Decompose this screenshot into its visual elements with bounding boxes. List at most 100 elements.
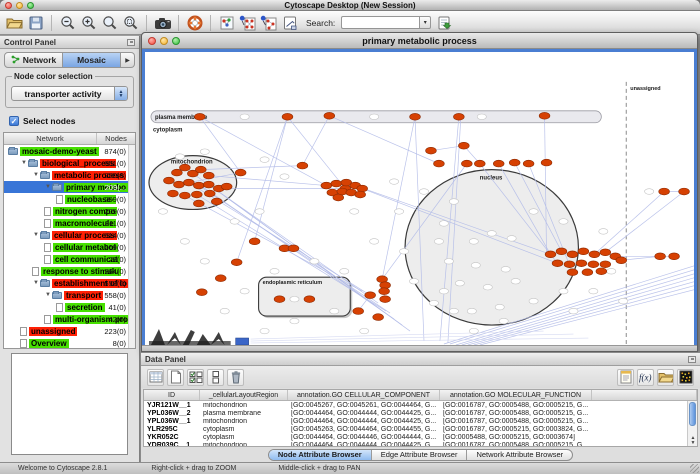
tree-column-nodes[interactable]: Nodes bbox=[97, 133, 135, 144]
blue-node[interactable] bbox=[236, 338, 249, 345]
expand-arrow-icon[interactable]: ▼ bbox=[44, 184, 52, 190]
tab-mosaic[interactable]: Mosaic bbox=[63, 52, 121, 68]
birdseye-view[interactable] bbox=[11, 353, 128, 455]
tab-overflow-arrow[interactable]: ▶ bbox=[121, 52, 135, 68]
cell-id[interactable]: YKR052C bbox=[144, 434, 200, 441]
network-canvas[interactable]: plasma membranecytoplasmmitochondrionnuc… bbox=[142, 49, 697, 345]
float-panel-icon[interactable] bbox=[688, 356, 696, 363]
expand-arrow-icon[interactable]: ▼ bbox=[44, 292, 52, 298]
tree-row-multi-organism-pro[interactable]: multi-organism pro42(0) bbox=[4, 313, 135, 325]
cell-id[interactable]: YPL036W__1 bbox=[144, 418, 200, 425]
matrix-icon[interactable] bbox=[677, 369, 694, 386]
tab-node-attribute-browser[interactable]: Node Attribute Browser bbox=[269, 450, 372, 460]
cell-annotation-go-molecular-function[interactable]: [GO:0016787, GO:0005488, GO:0005215, G..… bbox=[440, 418, 592, 425]
cell--cellularlayoutregion[interactable]: mitochondrion bbox=[200, 442, 288, 447]
cell-annotation-go-cellular-component[interactable]: [GO:0044464, GO:0044446, GO:0044444, G..… bbox=[288, 434, 440, 441]
search-dropdown-button[interactable]: ▾ bbox=[419, 16, 431, 29]
expand-arrow-icon[interactable]: ▼ bbox=[20, 160, 28, 166]
cell-annotation-go-cellular-component[interactable]: [GO:0044464, GO:0044444, GO:0044425, G..… bbox=[288, 418, 440, 425]
expand-arrow-icon[interactable]: ▼ bbox=[32, 232, 40, 238]
tree-row-nucleobase-[interactable]: nucleobase-209(0) bbox=[4, 193, 135, 205]
cell--cellularlayoutregion[interactable]: mitochondrion bbox=[200, 402, 288, 409]
column-header-2[interactable]: annotation.GO CELLULAR_COMPONENT bbox=[288, 390, 440, 400]
cell--cellularlayoutregion[interactable]: cytoplasm bbox=[200, 434, 288, 441]
close-button[interactable] bbox=[5, 2, 12, 9]
cell--cellularlayoutregion[interactable]: mitochondrion bbox=[200, 418, 288, 425]
annotation-icon[interactable] bbox=[280, 13, 299, 32]
new-attribute-icon[interactable] bbox=[167, 369, 184, 386]
tree-row-biological-process[interactable]: ▼biological_process651(0) bbox=[4, 157, 135, 169]
table-row-YDR039C__1[interactable]: YDR039C__1mitochondrion[GO:0044464, GO:0… bbox=[144, 441, 697, 446]
tree-row-establishment-of-lo[interactable]: ▼establishment of lo558(0) bbox=[4, 277, 135, 289]
network-graph[interactable]: plasma membranecytoplasmmitochondrionnuc… bbox=[145, 52, 694, 345]
column-header-1[interactable]: _cellularLayoutRegion bbox=[200, 390, 288, 400]
column-header-0[interactable]: ID bbox=[144, 390, 200, 400]
table-row-YPL036W__1[interactable]: YPL036W__1mitochondrion[GO:0044464, GO:0… bbox=[144, 417, 697, 425]
tree-row-unassigned[interactable]: unassigned223(0) bbox=[4, 325, 135, 337]
expand-arrow-icon[interactable]: ▼ bbox=[32, 280, 40, 286]
cell-id[interactable]: YPL036W__2 bbox=[144, 410, 200, 417]
zoom-out-icon[interactable] bbox=[58, 13, 77, 32]
tree-column-network[interactable]: Network bbox=[4, 133, 97, 144]
expand-arrow-icon[interactable]: ▼ bbox=[32, 172, 40, 178]
scrollbar-thumb[interactable] bbox=[689, 402, 696, 426]
unselect-attributes-icon[interactable] bbox=[207, 369, 224, 386]
table-scrollbar[interactable]: ▲▼ bbox=[687, 401, 697, 446]
close-button[interactable] bbox=[148, 37, 156, 45]
select-nodes-checkbox[interactable]: ✓ bbox=[9, 116, 19, 126]
tree-row-mosaic-demo-yeast[interactable]: mosaic-demo-yeast874(0) bbox=[4, 145, 135, 157]
float-panel-icon[interactable] bbox=[127, 39, 135, 46]
cell-annotation-go-molecular-function[interactable]: [GO:0016787, GO:0005488, GO:0005215, G..… bbox=[440, 410, 592, 417]
delete-attribute-icon[interactable] bbox=[227, 369, 244, 386]
cell-annotation-go-molecular-function[interactable]: [GO:0016787, GO:0005488, GO:0005215, G..… bbox=[440, 402, 592, 409]
cell-annotation-go-molecular-function[interactable]: [GO:0016787, GO:0005215, GO:0003824, G..… bbox=[440, 426, 592, 433]
notes-icon[interactable] bbox=[617, 369, 634, 386]
import-attributes-icon[interactable] bbox=[434, 13, 453, 32]
cell-annotation-go-cellular-component[interactable]: [GO:0045263, GO:0044464, GO:0044455, G..… bbox=[288, 426, 440, 433]
tree-row-cell-communicat[interactable]: cell communicat22(0) bbox=[4, 253, 135, 265]
tree-row-response-to-stimulu[interactable]: response to stimulu264(0) bbox=[4, 265, 135, 277]
tree-row-secretion[interactable]: secretion41(0) bbox=[4, 301, 135, 313]
layout-b-icon[interactable] bbox=[259, 13, 278, 32]
zoom-button[interactable] bbox=[172, 37, 180, 45]
cell-annotation-go-cellular-component[interactable]: [GO:0045267, GO:0045261, GO:0044464, G..… bbox=[288, 402, 440, 409]
cell-id[interactable]: YDR039C__1 bbox=[144, 442, 200, 447]
tree-row-transport[interactable]: ▼transport558(0) bbox=[4, 289, 135, 301]
overview-icon[interactable] bbox=[217, 13, 236, 32]
snapshot-icon[interactable] bbox=[153, 13, 172, 32]
zoom-fit-icon[interactable] bbox=[100, 13, 119, 32]
cell-annotation-go-cellular-component[interactable]: [GO:0044464, GO:0044444, GO:0044425, G..… bbox=[288, 410, 440, 417]
import-table-icon[interactable] bbox=[657, 369, 674, 386]
tree-row-nitrogen-compo[interactable]: nitrogen compo209(0) bbox=[4, 205, 135, 217]
tab-edge-attribute-browser[interactable]: Edge Attribute Browser bbox=[372, 450, 468, 460]
tab-network[interactable]: Network bbox=[4, 52, 63, 68]
cell--cellularlayoutregion[interactable]: cytoplasm bbox=[200, 426, 288, 433]
zoom-in-icon[interactable] bbox=[79, 13, 98, 32]
table-row-YPL036W__2[interactable]: YPL036W__2plasma membrane[GO:0044464, GO… bbox=[144, 409, 697, 417]
tree-row-cellular-metabol[interactable]: cellular metabol209(0) bbox=[4, 241, 135, 253]
cell-annotation-go-molecular-function[interactable]: [GO:0016787, GO:0005488, GO:0005215, G..… bbox=[440, 442, 592, 447]
tab-network-attribute-browser[interactable]: Network Attribute Browser bbox=[467, 450, 572, 460]
tree-row-macromolecule[interactable]: macromolecule311(0) bbox=[4, 217, 135, 229]
select-attributes-icon[interactable] bbox=[187, 369, 204, 386]
network-window-titlebar[interactable]: primary metabolic process bbox=[142, 33, 697, 49]
table-row-YLR295C[interactable]: YLR295Ccytoplasm[GO:0045263, GO:0044464,… bbox=[144, 425, 697, 433]
cell-id[interactable]: YJR121W__1 bbox=[144, 402, 200, 409]
save-session-icon[interactable] bbox=[26, 13, 45, 32]
cell-id[interactable]: YLR295C bbox=[144, 426, 200, 433]
layout-a-icon[interactable] bbox=[238, 13, 257, 32]
column-header-3[interactable]: annotation.GO MOLECULAR_FUNCTION bbox=[440, 390, 592, 400]
tree-row-primary-metabo[interactable]: ▼primary metabo209(... bbox=[4, 181, 135, 193]
tree-row-cellular-process[interactable]: ▼cellular process614(0) bbox=[4, 229, 135, 241]
cell-annotation-go-molecular-function[interactable]: [GO:0005488, GO:0005215, GO:0003674] bbox=[440, 434, 592, 441]
function-builder-icon[interactable]: f(x) bbox=[637, 369, 654, 386]
open-file-icon[interactable] bbox=[5, 13, 24, 32]
cell--cellularlayoutregion[interactable]: plasma membrane bbox=[200, 410, 288, 417]
zoom-selected-icon[interactable] bbox=[121, 13, 140, 32]
table-row-YKR052C[interactable]: YKR052Ccytoplasm[GO:0044464, GO:0044446,… bbox=[144, 433, 697, 441]
tree-row-overview[interactable]: Overview8(0) bbox=[4, 337, 135, 348]
cell-annotation-go-cellular-component[interactable]: [GO:0044464, GO:0044444, GO:0044425, G..… bbox=[288, 442, 440, 447]
tree-row-metabolic-process[interactable]: ▼metabolic process280(0) bbox=[4, 169, 135, 181]
scrollbar-arrows-icon[interactable]: ▲▼ bbox=[688, 436, 698, 446]
help-icon[interactable] bbox=[185, 13, 204, 32]
